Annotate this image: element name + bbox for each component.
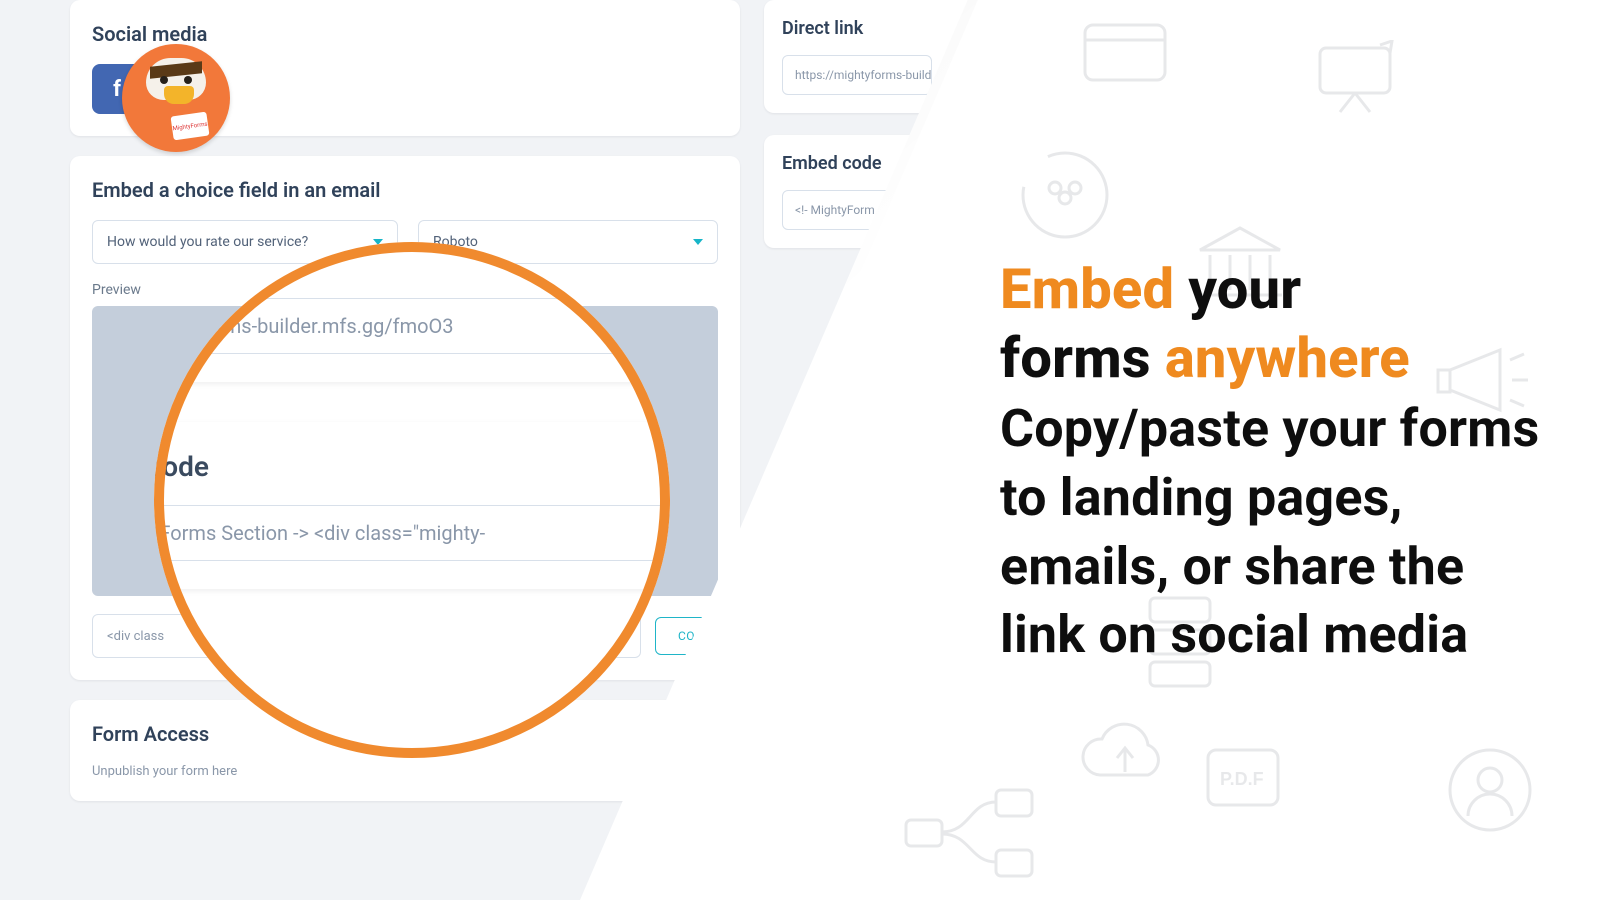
magnifier-embed-code-input[interactable]: <!- MightyForms Section -> <div class="m… [154,505,670,561]
magnifier-embed-code-title: Embed code [154,450,670,483]
magnifier-highlight: How ect link https://mightyforms-builder… [154,242,670,758]
magnifier-direct-link-title: ect link [154,243,670,276]
svg-text:P.D.F: P.D.F [1220,769,1264,789]
chevron-down-icon [693,239,703,245]
hero-word-embed: Embed [1000,256,1174,322]
magnifier-direct-link-input[interactable]: https://mightyforms-builder.mfs.gg/fmoO3 [154,298,670,354]
doodle-presentation-icon [1310,40,1400,120]
hero-word-your: your [1188,256,1301,322]
hero-body-text: Copy/paste your forms to landing pages, … [1000,398,1539,666]
doodle-team-cycle-icon [1010,140,1120,250]
hero-word-anywhere: anywhere [1165,325,1410,391]
doodle-cloud-upload-icon [1070,720,1180,800]
direct-link-input[interactable]: https://mightyforms-builde [782,55,932,95]
doodle-pdf-icon: P.D.F [1200,740,1300,820]
hero-word-forms: forms [1000,325,1151,391]
social-media-title: Social media [92,22,718,46]
mascot-avatar: MightyForms [122,44,230,152]
doodle-browser-icon [1080,20,1170,90]
form-access-subtitle: Unpublish your form here [92,764,718,779]
embed-email-title: Embed a choice field in an email [92,178,718,202]
hero-text: Embed your forms anywhere Copy/paste you… [1000,255,1540,668]
mascot-sign-icon: MightyForms [171,112,210,141]
facebook-icon: f [113,77,121,102]
doodle-flow-icon [900,780,1040,890]
doodle-profile-icon [1440,740,1540,840]
